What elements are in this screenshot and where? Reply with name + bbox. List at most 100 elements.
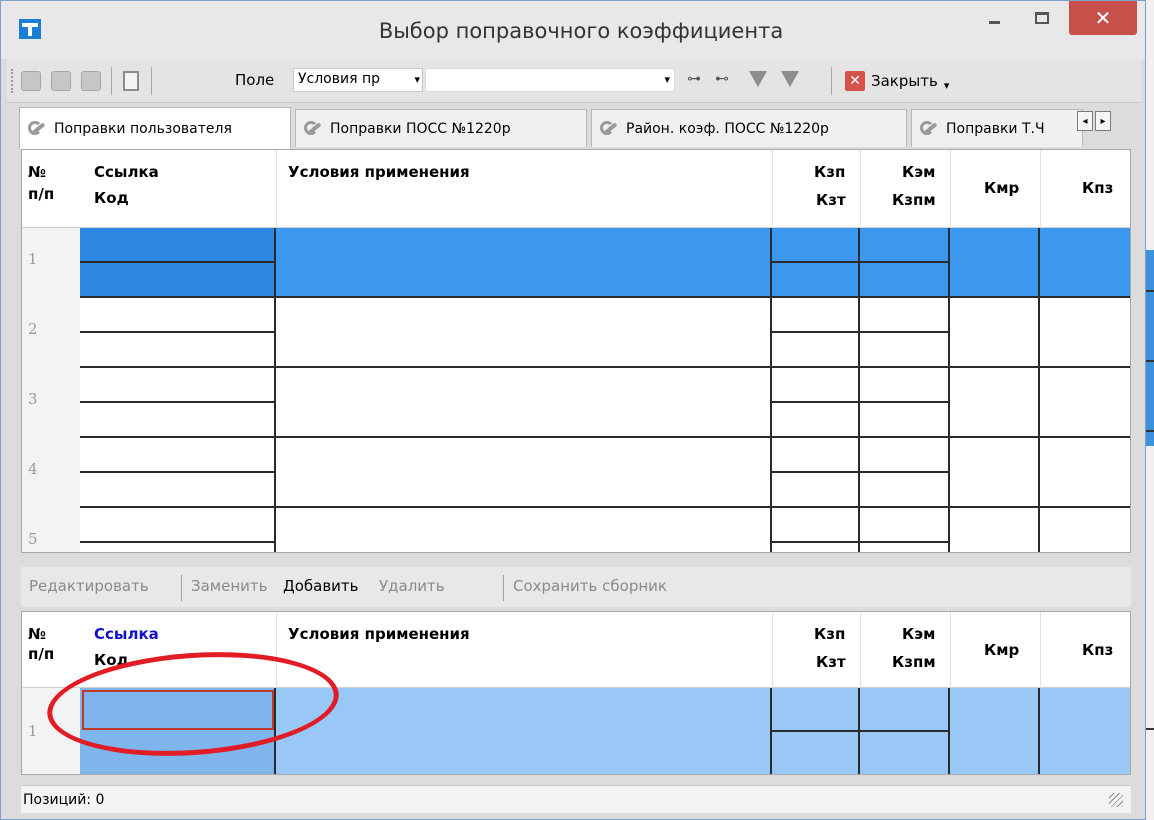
header-num[interactable]: № xyxy=(28,162,46,182)
filter-icon[interactable] xyxy=(749,71,767,87)
minimize-button[interactable] xyxy=(971,1,1017,35)
header-kzt[interactable]: Кзт xyxy=(816,652,846,672)
list-view-icon[interactable] xyxy=(123,71,139,91)
cell-kmr[interactable] xyxy=(950,368,1040,438)
cell-kmr[interactable] xyxy=(950,228,1040,298)
clear-filter-icon[interactable] xyxy=(781,71,799,87)
header-kzp[interactable]: Кзп xyxy=(814,162,845,182)
delete-button[interactable]: Удалить xyxy=(379,577,445,595)
tab-scroll-right-button[interactable]: ▸ xyxy=(1095,111,1111,131)
tab-poss-corrections[interactable]: Поправки ПОСС №1220р xyxy=(295,109,587,147)
header-conditions[interactable]: Условия применения xyxy=(288,624,470,644)
save-collection-button[interactable]: Сохранить сборник xyxy=(513,577,667,595)
cell-conditions[interactable] xyxy=(276,688,772,774)
header-kzpm[interactable]: Кзпм xyxy=(892,190,936,210)
edit-button[interactable]: Редактировать xyxy=(29,577,149,595)
cell-kzp-kzt[interactable] xyxy=(772,228,860,298)
cell-kpz[interactable] xyxy=(1040,228,1130,298)
tab-label: Поправки ПОСС №1220р xyxy=(330,120,511,137)
header-conditions[interactable]: Условия применения xyxy=(288,162,470,182)
table-row[interactable]: 3 xyxy=(22,368,1130,438)
cell-kpz[interactable] xyxy=(1040,508,1130,552)
header-kpz[interactable]: Кпз xyxy=(1082,640,1113,660)
add-record-icon[interactable] xyxy=(21,71,41,91)
close-button[interactable]: ✕ Закрыть ▾ xyxy=(845,68,949,94)
table-row[interactable]: 2 xyxy=(22,298,1130,368)
cell-ref-code[interactable] xyxy=(80,228,276,298)
find-next-icon[interactable]: ⊷ xyxy=(715,71,729,87)
header-kem[interactable]: Кэм xyxy=(902,624,935,644)
cell-kem-kzpm[interactable] xyxy=(860,368,950,438)
header-num-sub[interactable]: п/п xyxy=(28,184,54,204)
tab-scroll-left-button[interactable]: ◂ xyxy=(1077,111,1093,131)
maximize-button[interactable] xyxy=(1019,1,1065,35)
cell-kem-kzpm[interactable] xyxy=(860,508,950,552)
cell-kmr[interactable] xyxy=(950,438,1040,508)
cell-kzp-kzt[interactable] xyxy=(772,298,860,368)
cell-kmr[interactable] xyxy=(950,688,1040,774)
cell-kzp-kzt[interactable] xyxy=(772,438,860,508)
header-kmr[interactable]: Кмр xyxy=(984,640,1019,660)
table-row[interactable]: 1 xyxy=(22,688,1130,774)
add-button[interactable]: Добавить xyxy=(283,577,359,595)
cell-conditions[interactable] xyxy=(276,438,772,508)
tab-tech-corrections[interactable]: Поправки Т.Ч xyxy=(911,109,1083,147)
active-cell-editor[interactable] xyxy=(82,690,274,730)
cell-kmr[interactable] xyxy=(950,298,1040,368)
cell-ref-code[interactable] xyxy=(80,688,276,774)
cell-ref-code[interactable] xyxy=(80,368,276,438)
header-num[interactable]: № xyxy=(28,624,46,644)
wrench-icon xyxy=(598,120,620,138)
cell-kem-kzpm[interactable] xyxy=(860,688,950,774)
toolbar-grip[interactable] xyxy=(11,69,13,93)
header-kmr[interactable]: Кмр xyxy=(984,178,1019,198)
cell-kzp-kzt[interactable] xyxy=(772,508,860,552)
tab-regional-coefficients[interactable]: Район. коэф. ПОСС №1220р xyxy=(591,109,907,147)
header-kem[interactable]: Кэм xyxy=(902,162,935,182)
cell-kem-kzpm[interactable] xyxy=(860,438,950,508)
cell-kpz[interactable] xyxy=(1040,438,1130,508)
search-input[interactable]: ▾ xyxy=(425,68,675,92)
cell-ref-code[interactable] xyxy=(80,438,276,508)
table-row[interactable]: 4 xyxy=(22,438,1130,508)
header-kzp[interactable]: Кзп xyxy=(814,624,845,644)
app-logo-icon xyxy=(19,19,41,39)
header-ref[interactable]: Ссылка xyxy=(94,624,159,644)
cell-kpz[interactable] xyxy=(1040,368,1130,438)
edit-record-icon[interactable] xyxy=(51,71,71,91)
header-code[interactable]: Код xyxy=(94,188,129,208)
cell-kpz[interactable] xyxy=(1040,298,1130,368)
header-kzt[interactable]: Кзт xyxy=(816,190,846,210)
wrench-icon xyxy=(26,120,48,138)
cell-kem-kzpm[interactable] xyxy=(860,298,950,368)
cell-kpz[interactable] xyxy=(1040,688,1130,774)
cell-conditions[interactable] xyxy=(276,508,772,552)
table-row[interactable]: 1 xyxy=(22,228,1130,298)
header-code[interactable]: Код xyxy=(94,650,129,670)
find-previous-icon[interactable]: ⊶ xyxy=(687,71,701,87)
header-separator xyxy=(276,150,277,228)
delete-record-icon[interactable] xyxy=(81,71,101,91)
replace-button[interactable]: Заменить xyxy=(191,577,268,595)
header-kzpm[interactable]: Кзпм xyxy=(892,652,936,672)
header-ref[interactable]: Ссылка xyxy=(94,162,159,182)
toolbar: Поле Условия пр ▾ ▾ ⊶ ⊷ ✕ Закрыть ▾ xyxy=(7,59,1141,103)
window-close-button[interactable]: ✕ xyxy=(1069,1,1137,35)
tab-user-corrections[interactable]: Поправки пользователя xyxy=(19,107,291,149)
cell-conditions[interactable] xyxy=(276,368,772,438)
tab-label: Поправки пользователя xyxy=(54,120,232,137)
cell-kzp-kzt[interactable] xyxy=(772,368,860,438)
cell-kem-kzpm[interactable] xyxy=(860,228,950,298)
cell-ref-code[interactable] xyxy=(80,298,276,368)
table-row[interactable]: 5 xyxy=(22,508,1130,552)
resize-grip-icon[interactable] xyxy=(1109,793,1123,807)
cell-conditions[interactable] xyxy=(276,228,772,298)
header-separator xyxy=(276,612,277,688)
cell-kzp-kzt[interactable] xyxy=(772,688,860,774)
field-select[interactable]: Условия пр ▾ xyxy=(293,68,423,92)
header-num-sub[interactable]: п/п xyxy=(28,644,54,664)
header-kpz[interactable]: Кпз xyxy=(1082,178,1113,198)
cell-conditions[interactable] xyxy=(276,298,772,368)
cell-ref-code[interactable] xyxy=(80,508,276,552)
cell-kmr[interactable] xyxy=(950,508,1040,552)
